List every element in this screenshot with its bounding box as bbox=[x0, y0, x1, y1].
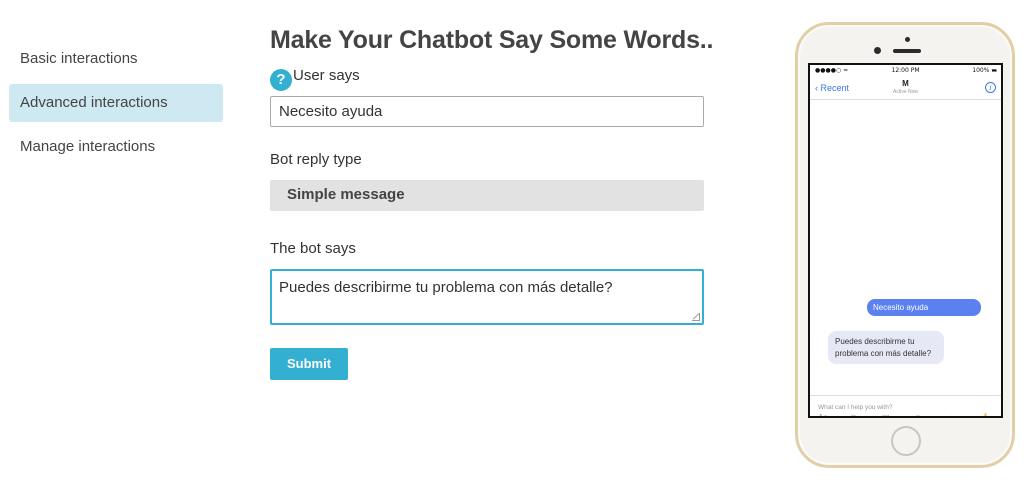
bot-says-textarea[interactable]: Puedes describirme tu problema con más d… bbox=[270, 269, 704, 325]
status-bar: ●●●●○ ≈ 12:00 PM 100% ▬ bbox=[810, 67, 1001, 76]
emoji-icon[interactable]: ☺ bbox=[914, 413, 922, 416]
messenger-header: ‹ Recent M Active Now i bbox=[810, 76, 1001, 100]
bot-message-bubble: Puedes describirme tu problema con más d… bbox=[828, 331, 944, 365]
phone-screen: ●●●●○ ≈ 12:00 PM 100% ▬ ‹ Recent M Activ… bbox=[808, 63, 1003, 418]
sidebar: Basic interactions Advanced interactions… bbox=[9, 40, 223, 172]
sidebar-item-manage-interactions[interactable]: Manage interactions bbox=[9, 128, 223, 166]
battery-icon: 100% ▬ bbox=[972, 67, 997, 74]
home-button[interactable] bbox=[891, 426, 921, 456]
bot-reply-type-select[interactable]: Simple message bbox=[270, 180, 704, 211]
bot-says-label: The bot says bbox=[270, 240, 356, 257]
composer-placeholder: What can I help you with? bbox=[818, 404, 893, 411]
user-says-label: User says bbox=[293, 67, 360, 84]
bot-reply-type-label: Bot reply type bbox=[270, 151, 362, 168]
front-sensor-icon bbox=[905, 37, 910, 42]
resize-handle-icon[interactable] bbox=[692, 313, 700, 321]
composer-toolbar: Aa ◉ ▣ ☺ ♪ 👍 bbox=[810, 413, 1001, 416]
phone-preview: ●●●●○ ≈ 12:00 PM 100% ▬ ‹ Recent M Activ… bbox=[795, 22, 1015, 468]
user-message-bubble: Necesito ayuda bbox=[867, 299, 981, 316]
like-icon[interactable]: 👍 bbox=[980, 413, 990, 416]
contact-name: M bbox=[902, 79, 909, 88]
user-says-input[interactable]: Necesito ayuda bbox=[270, 96, 704, 127]
gallery-icon[interactable]: ▣ bbox=[882, 413, 890, 416]
camera-icon[interactable]: ◉ bbox=[850, 413, 857, 416]
text-format-icon[interactable]: Aa bbox=[818, 413, 828, 416]
contact-status: Active Now bbox=[892, 89, 918, 95]
submit-button[interactable]: Submit bbox=[270, 348, 348, 380]
info-icon[interactable]: i bbox=[985, 82, 996, 93]
page-title: Make Your Chatbot Say Some Words.. bbox=[270, 26, 714, 54]
sidebar-item-advanced-interactions[interactable]: Advanced interactions bbox=[9, 84, 223, 122]
front-camera-icon bbox=[874, 47, 881, 54]
sidebar-item-basic-interactions[interactable]: Basic interactions bbox=[9, 40, 223, 78]
microphone-icon[interactable]: ♪ bbox=[948, 413, 952, 416]
bot-says-text: Puedes describirme tu problema con más d… bbox=[279, 279, 613, 296]
help-icon[interactable]: ? bbox=[270, 69, 292, 91]
earpiece-speaker-icon bbox=[893, 49, 921, 53]
